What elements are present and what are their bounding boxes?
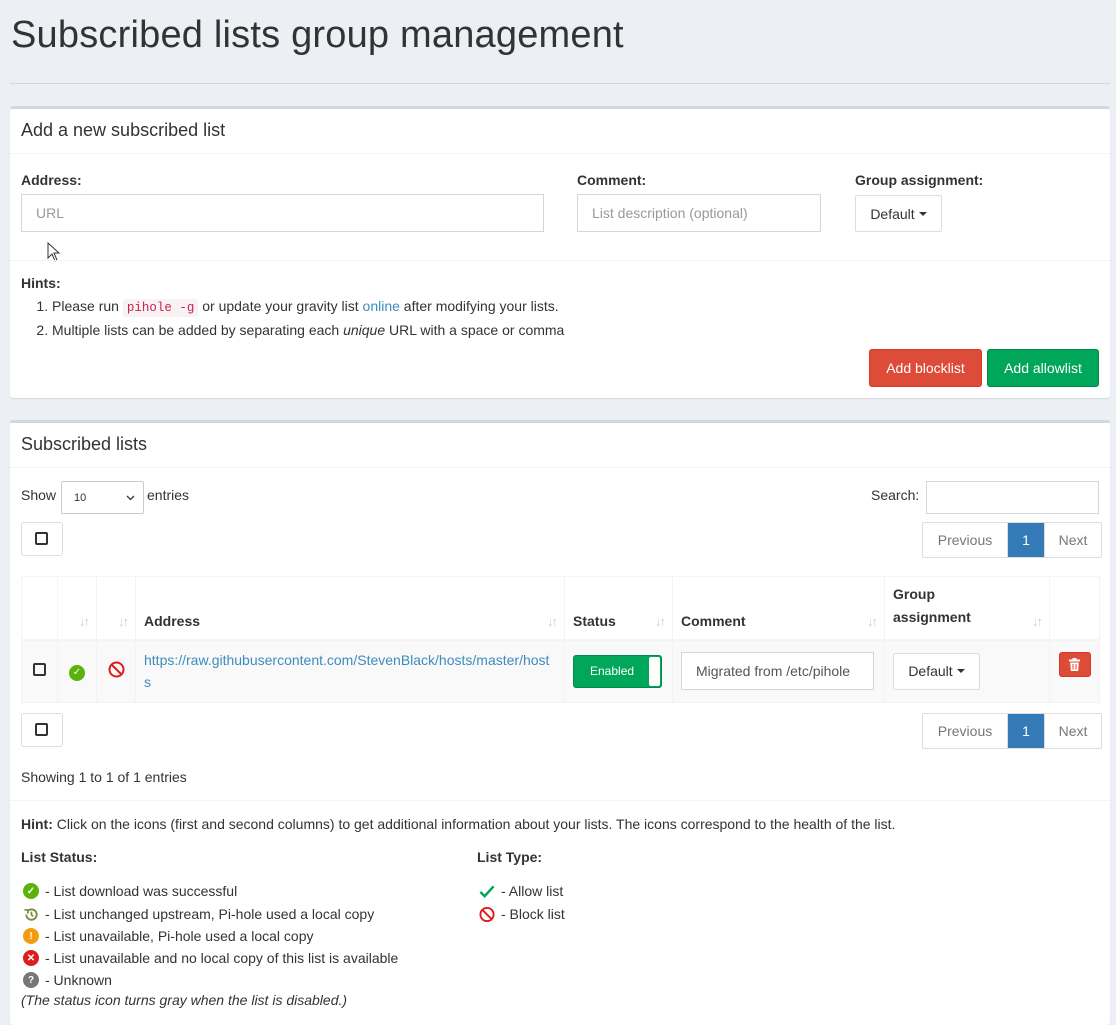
pagination-top: Previous 1 Next (922, 522, 1102, 558)
address-label: Address: (21, 172, 82, 188)
add-list-title: Add a new subscribed list (21, 120, 226, 140)
list-status-label: List Status: (21, 849, 98, 865)
row-comment-cell: Migrated from /etc/pihole (672, 639, 885, 703)
current-page-button[interactable]: 1 (1008, 714, 1044, 748)
enabled-toggle[interactable]: Enabled (573, 654, 662, 688)
legend-unchanged: - List unchanged upstream, Pi-hole used … (23, 904, 374, 924)
pagination-bottom: Previous 1 Next (922, 713, 1102, 749)
sort-icon: ↓↑ (655, 613, 666, 629)
previous-page-button[interactable]: Previous (923, 523, 1008, 557)
row-checkbox[interactable] (33, 663, 46, 677)
add-blocklist-button[interactable]: Add blocklist (869, 349, 982, 387)
legend-unavailable-local: ! - List unavailable, Pi-hole used a loc… (23, 926, 314, 946)
command-code: pihole -g (122, 299, 199, 317)
add-list-box: Add a new subscribed list Address: Comme… (10, 106, 1110, 398)
comment-label: Comment: (577, 172, 647, 188)
subscribed-lists-box: Subscribed lists Show 10 entries Search:… (10, 420, 1110, 1025)
row-status-toggle-cell: Enabled (564, 639, 673, 703)
block-list-icon (479, 906, 495, 922)
entries-label: entries (147, 487, 190, 503)
entries-per-page-select[interactable]: 10 (61, 481, 144, 514)
column-header-actions (1049, 576, 1100, 641)
delete-button[interactable] (1058, 651, 1091, 677)
subscribed-lists-header: Subscribed lists (10, 423, 1110, 468)
group-assignment-label: Group assignment: (855, 172, 984, 188)
next-page-button[interactable]: Next (1044, 523, 1101, 557)
search-input[interactable] (926, 481, 1099, 514)
hints-list: Please run pihole -g or update your grav… (40, 295, 564, 341)
select-all-checkbox-top[interactable] (21, 522, 63, 556)
table-header-row: ↓↑ ↓↑ Address ↓↑ Status ↓↑ Comment ↓↑ Group… (21, 576, 1100, 641)
status-warning-icon: ! (23, 928, 39, 944)
search-label: Search: (871, 487, 920, 503)
select-all-checkbox-bottom[interactable] (21, 713, 63, 747)
hints-divider (10, 260, 1110, 261)
column-header-status[interactable]: Status ↓↑ (564, 576, 673, 641)
row-select-cell (21, 639, 58, 703)
row-status-cell: ✓ (57, 639, 97, 703)
legend-block: - Block list (479, 904, 565, 924)
comment-input[interactable] (577, 194, 821, 232)
history-icon (24, 907, 38, 921)
column-header-group-assignment[interactable]: Group assignment ↓↑ (884, 576, 1050, 641)
show-label: Show (21, 487, 57, 503)
chevron-down-icon (126, 495, 135, 501)
sort-icon: ↓↑ (547, 613, 558, 629)
legend-divider (10, 800, 1110, 801)
block-list-icon[interactable] (108, 661, 125, 678)
legend-unavailable: ✕ - List unavailable and no local copy o… (23, 948, 398, 968)
row-type-cell (96, 639, 136, 703)
add-allowlist-button[interactable]: Add allowlist (987, 349, 1099, 387)
sort-icon: ↓↑ (1032, 613, 1043, 629)
entries-per-page-value: 10 (74, 491, 87, 504)
row-address-cell: https://raw.githubusercontent.com/Steven… (135, 639, 565, 703)
table-row: ✓ https://raw.githubusercontent.com/Stev… (21, 639, 1100, 703)
checkmark-icon (479, 885, 495, 898)
status-success-icon[interactable]: ✓ (69, 664, 85, 681)
hints-label: Hints: (21, 275, 61, 291)
column-header-select (21, 576, 58, 641)
group-assignment-value: Default (870, 205, 915, 222)
previous-page-button[interactable]: Previous (923, 714, 1008, 748)
status-success-icon: ✓ (23, 883, 39, 899)
subscribed-lists-title: Subscribed lists (21, 434, 148, 454)
chevron-down-icon (918, 211, 927, 216)
trash-icon (1069, 657, 1080, 671)
current-page-button[interactable]: 1 (1008, 523, 1044, 557)
status-error-icon: ✕ (23, 950, 39, 966)
hint-item: Multiple lists can be added by separatin… (52, 319, 564, 341)
column-header-status-icon[interactable]: ↓↑ (57, 576, 97, 641)
sort-icon: ↓↑ (79, 613, 90, 629)
row-comment-input[interactable]: Migrated from /etc/pihole (681, 652, 874, 691)
list-type-label: List Type: (477, 849, 543, 865)
list-address-link[interactable]: https://raw.githubusercontent.com/Steven… (144, 652, 549, 690)
group-assignment-dropdown[interactable]: Default (855, 195, 942, 232)
row-group-dropdown[interactable]: Default (893, 652, 980, 690)
showing-entries-info: Showing 1 to 1 of 1 entries (21, 769, 187, 785)
page-title: Subscribed lists group management (11, 14, 624, 56)
legend-success: ✓ - List download was successful (23, 881, 237, 901)
column-header-type-icon[interactable]: ↓↑ (96, 576, 136, 641)
column-header-comment[interactable]: Comment ↓↑ (672, 576, 885, 641)
row-actions-cell (1049, 639, 1100, 703)
next-page-button[interactable]: Next (1044, 714, 1101, 748)
table-hint: Hint: Click on the icons (first and seco… (21, 816, 896, 832)
title-divider (10, 83, 1110, 84)
status-unknown-icon: ? (23, 972, 39, 988)
legend-allow: - Allow list (479, 881, 563, 901)
toggle-knob (649, 656, 660, 686)
online-link[interactable]: online (363, 298, 400, 314)
row-group-cell: Default (884, 639, 1050, 703)
add-list-header: Add a new subscribed list (10, 109, 1110, 154)
legend-unknown: ? - Unknown (23, 970, 112, 990)
chevron-down-icon (956, 669, 965, 674)
subscribed-lists-table: ↓↑ ↓↑ Address ↓↑ Status ↓↑ Comment ↓↑ Group… (21, 576, 1100, 703)
status-note: (The status icon turns gray when the lis… (21, 992, 348, 1008)
address-input[interactable] (21, 194, 544, 232)
column-header-address[interactable]: Address ↓↑ (135, 576, 565, 641)
mouse-cursor-icon (47, 242, 61, 262)
sort-icon: ↓↑ (118, 613, 129, 629)
hint-item: Please run pihole -g or update your grav… (52, 295, 564, 319)
sort-icon: ↓↑ (867, 613, 878, 629)
